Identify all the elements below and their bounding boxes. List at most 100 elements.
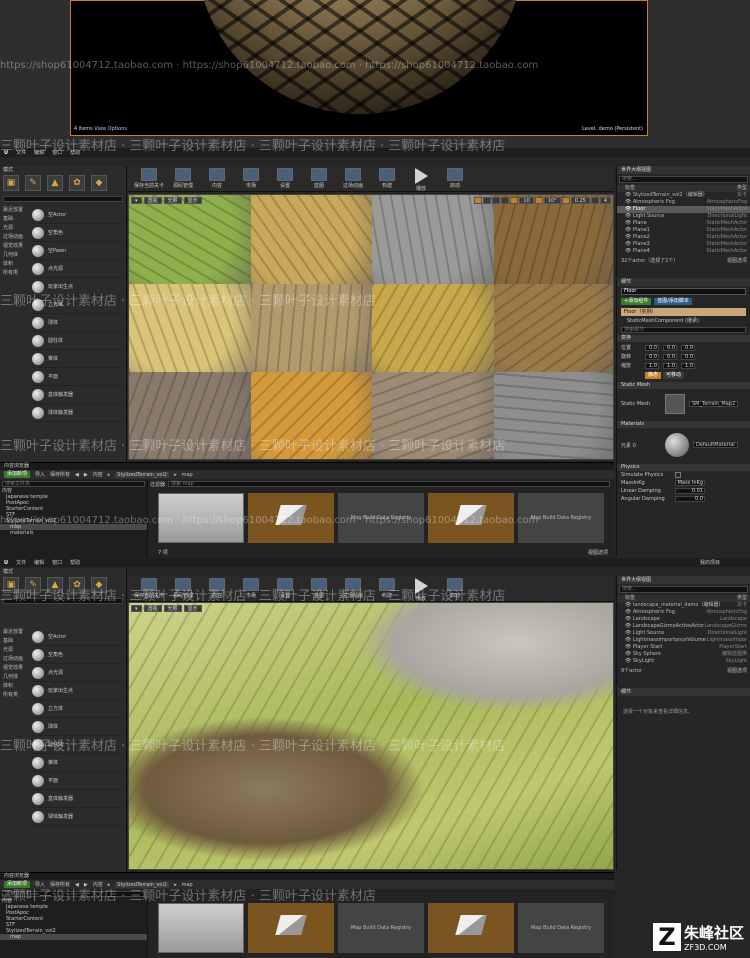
lit-button[interactable]: 光照 <box>163 197 182 204</box>
filters-button[interactable]: 过滤器 <box>150 481 165 488</box>
list-item[interactable]: 锥体 <box>32 754 124 772</box>
outliner-row[interactable]: 👁 Plane2 StaticMeshActor <box>617 234 750 241</box>
landscape-mode-icon[interactable]: ▲ <box>47 175 63 191</box>
outliner-row[interactable]: 👁 Sky Sphere 编辑蓝图类 <box>617 651 750 658</box>
mobility-movable-button[interactable]: 可移动 <box>663 372 685 379</box>
list-item[interactable]: 球体触发器 <box>32 808 124 826</box>
list-item[interactable]: 空Pawn <box>32 242 124 260</box>
cat-volumes[interactable]: 体积 <box>3 682 27 691</box>
forward-arrow-icon[interactable]: ▶ <box>84 472 88 478</box>
cat-recent[interactable]: 最近放置 <box>3 628 27 637</box>
col-type[interactable]: 类型 <box>737 185 747 192</box>
outliner-view-options[interactable]: 视图选项 <box>727 258 747 265</box>
outliner-row[interactable]: 👁 Light Source DirectionalLight <box>617 630 750 637</box>
menu-edit[interactable]: 编辑 <box>34 559 44 566</box>
cat-geometry[interactable]: 几何体 <box>3 251 27 260</box>
rotation-x[interactable]: 0.0 <box>645 353 659 360</box>
list-item[interactable]: 空Actor <box>32 628 124 646</box>
list-item[interactable]: 立方体 <box>32 700 124 718</box>
cat-all-classes[interactable]: 所有类 <box>3 691 27 700</box>
launch-button[interactable]: 启动 <box>440 168 470 189</box>
scale-snap-value[interactable]: 0.25 <box>570 197 590 204</box>
play-button[interactable]: 播放 <box>406 168 436 192</box>
simulate-physics-checkbox[interactable] <box>675 472 681 478</box>
list-item[interactable]: 点光源 <box>32 260 124 278</box>
component-root[interactable]: Floor（实例） <box>621 308 746 316</box>
content-button[interactable]: 内容 <box>202 168 232 189</box>
perspective-button[interactable]: 透视 <box>143 605 162 612</box>
cat-all-classes[interactable]: 所有类 <box>3 269 27 278</box>
asset-map-build-data[interactable]: Map Build Data Registry <box>338 903 424 953</box>
cinematics-button[interactable]: 过场动画 <box>338 168 368 189</box>
outliner-row[interactable]: 👁 Plane1 StaticMeshActor <box>617 227 750 234</box>
scale-z[interactable]: 1.0 <box>681 362 695 369</box>
world-local-icon[interactable] <box>501 197 510 204</box>
build-button[interactable]: 构建 <box>372 168 402 189</box>
place-mode-icon[interactable]: ▣ <box>3 175 19 191</box>
outliner-row[interactable]: 👁 LandscapeGizmoActiveActor LandscapeGizm… <box>617 623 750 630</box>
cat-visual-effects[interactable]: 视觉效果 <box>3 242 27 251</box>
add-component-button[interactable]: +添加组件 <box>621 298 652 305</box>
outliner-row[interactable]: 👁 SkyLight SkyLight <box>617 658 750 665</box>
cat-cinematic[interactable]: 过场动画 <box>3 233 27 242</box>
outliner-row[interactable]: 👁 Player Start PlayerStart <box>617 644 750 651</box>
tree-item[interactable]: map <box>0 934 147 940</box>
list-item[interactable]: 圆柱体 <box>32 332 124 350</box>
content-view-options[interactable]: 视图选项 <box>588 549 608 556</box>
list-item[interactable]: 玩家出生点 <box>32 682 124 700</box>
cat-volumes[interactable]: 体积 <box>3 260 27 269</box>
list-item[interactable]: 平面 <box>32 772 124 790</box>
outliner-row[interactable]: 👁 Atmospheric Fog AtmosphericFog <box>617 609 750 616</box>
list-item[interactable]: 锥体 <box>32 350 124 368</box>
list-item[interactable]: 球体触发器 <box>32 404 124 422</box>
list-item[interactable]: 空角色 <box>32 224 124 242</box>
blueprint-script-button[interactable]: 蓝图/添加脚本 <box>654 298 692 305</box>
rotation-z[interactable]: 0.0 <box>681 353 695 360</box>
rotate-tool-icon[interactable] <box>483 197 492 204</box>
cat-lights[interactable]: 光源 <box>3 224 27 233</box>
col-type[interactable]: 类型 <box>737 595 747 602</box>
asset-map-build-data[interactable]: Map Build Data Registry <box>518 903 604 953</box>
outliner-search-input[interactable]: 搜索... <box>619 586 748 593</box>
viewport-menu-button[interactable]: ▾ <box>131 605 142 612</box>
list-item[interactable]: 空角色 <box>32 646 124 664</box>
rotation-y[interactable]: 0.0 <box>663 353 677 360</box>
content-browser-tab[interactable]: 内容浏览器 <box>0 873 614 880</box>
list-item[interactable]: 球体 <box>32 314 124 332</box>
asset-level[interactable] <box>428 903 514 953</box>
material-thumbnail[interactable] <box>665 433 689 457</box>
breadcrumb-map[interactable]: map <box>182 472 193 478</box>
grid-snap-icon[interactable] <box>510 197 519 204</box>
cat-visual-effects[interactable]: 视觉效果 <box>3 664 27 673</box>
actor-name-field[interactable]: Floor <box>621 288 746 295</box>
list-item[interactable]: 平面 <box>32 368 124 386</box>
list-item[interactable]: 点光源 <box>32 664 124 682</box>
cat-basic[interactable]: 基础 <box>3 215 27 224</box>
mass-value[interactable]: Mass InKg <box>675 480 705 486</box>
marketplace-button[interactable]: 市场 <box>236 168 266 189</box>
menu-file[interactable]: 文件 <box>16 559 26 566</box>
modes-search-input[interactable] <box>3 196 123 202</box>
menu-window[interactable]: 窗口 <box>52 559 62 566</box>
outliner-row[interactable]: 👁 Light Source DirectionalLight <box>617 213 750 220</box>
add-new-button[interactable]: 添加新项 <box>4 471 31 478</box>
show-button[interactable]: 显示 <box>183 605 202 612</box>
scale-tool-icon[interactable] <box>492 197 501 204</box>
outliner-row[interactable]: 👁 landscape_material_demo（编辑器） 关卡 <box>617 602 750 609</box>
viewport-menu-button[interactable]: ▾ <box>131 197 142 204</box>
outliner-row[interactable]: 👁 Floor StaticMeshActor <box>617 206 750 213</box>
outliner-row[interactable]: 👁 Landscape Landscape <box>617 616 750 623</box>
rotate-snap-icon[interactable] <box>534 197 543 204</box>
import-button[interactable]: 导入 <box>35 471 45 478</box>
cat-lights[interactable]: 光源 <box>3 646 27 655</box>
rotate-snap-value[interactable]: 10° <box>543 197 561 204</box>
blueprints-button[interactable]: 蓝图 <box>304 168 334 189</box>
mobility-static-button[interactable]: 静态 <box>645 372 662 379</box>
lit-button[interactable]: 光照 <box>163 605 182 612</box>
cat-recent[interactable]: 最近放置 <box>3 206 27 215</box>
level-viewport[interactable]: ▾ 透视 光照 显示 10 10° 0.25 4 <box>128 194 614 460</box>
outliner-view-options[interactable]: 视图选项 <box>727 668 747 675</box>
translate-tool-icon[interactable] <box>474 197 483 204</box>
asset-search-input[interactable]: 搜索 map <box>168 481 610 487</box>
show-button[interactable]: 显示 <box>183 197 202 204</box>
